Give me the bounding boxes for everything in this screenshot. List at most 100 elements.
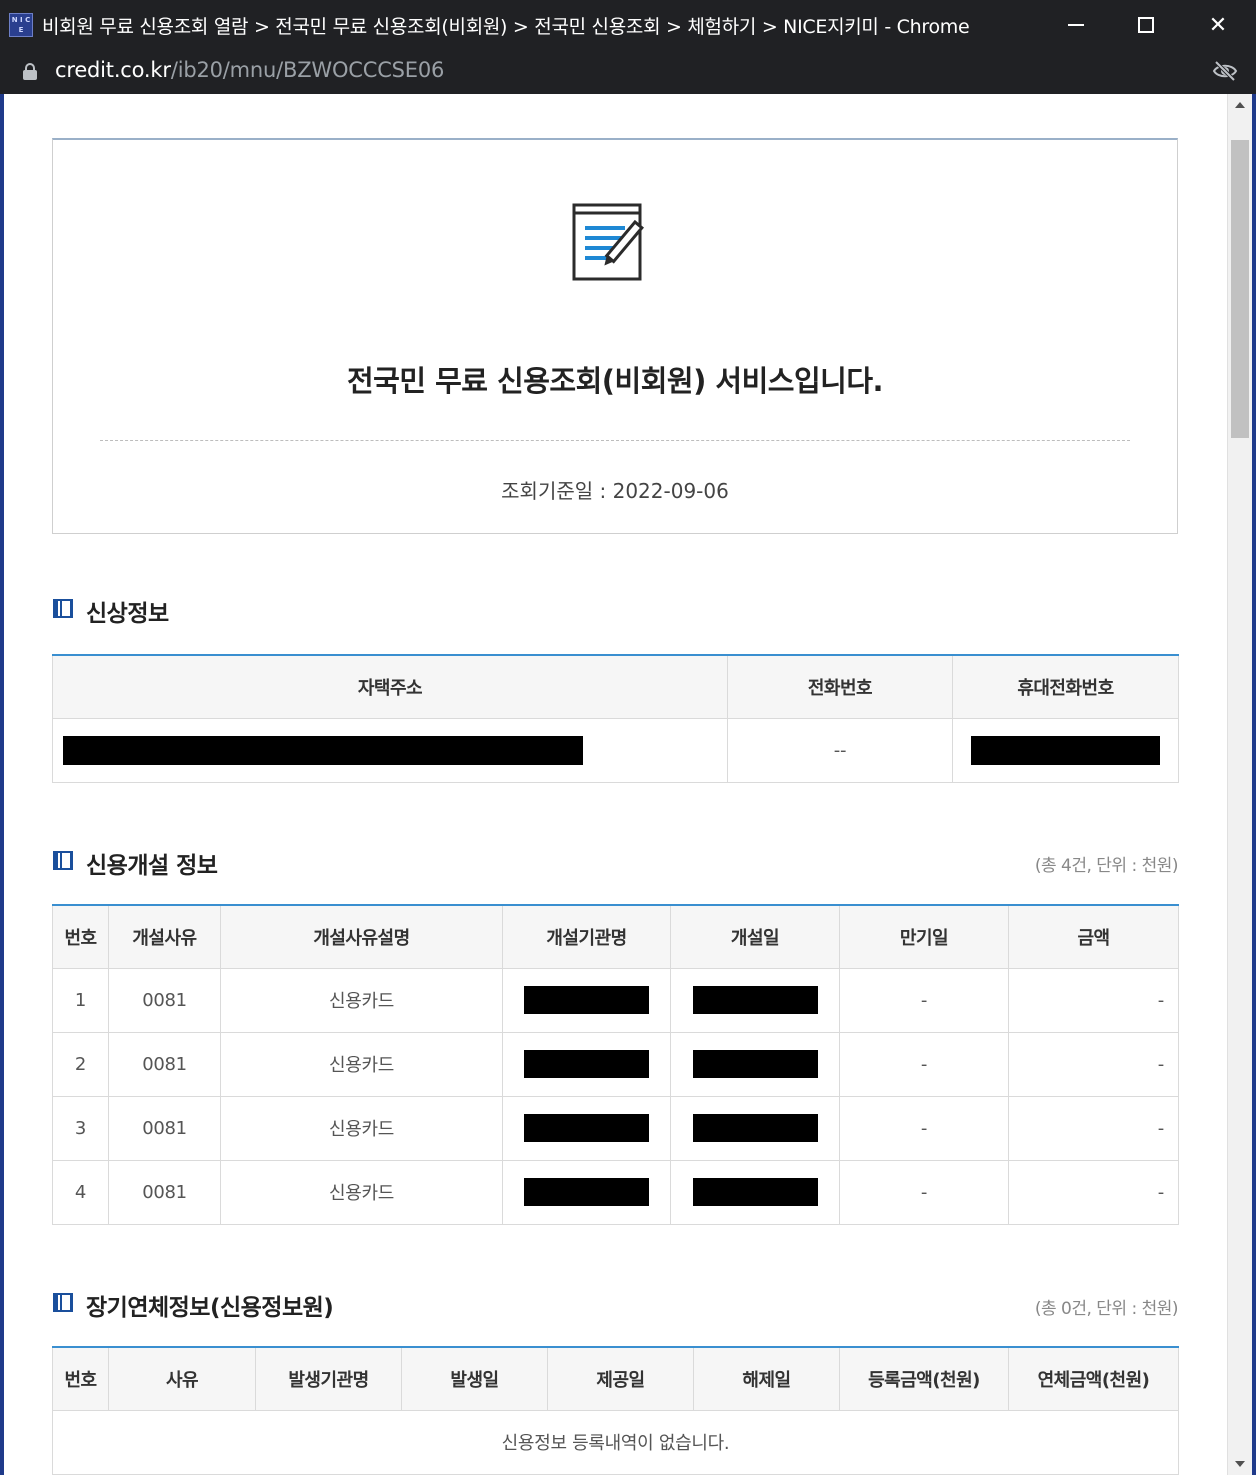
table-row: 3 0081 신용카드 - - bbox=[52, 1096, 1179, 1161]
eye-off-icon[interactable] bbox=[1212, 60, 1238, 82]
overdue-table: 번호 사유 발생기관명 발생일 제공일 해제일 등록금액(천원) 연체금액(천원… bbox=[52, 1346, 1179, 1475]
table-row: 2 0081 신용카드 - - bbox=[52, 1032, 1179, 1097]
section-overdue-note: (총 0건, 단위 : 천원) bbox=[1034, 1299, 1179, 1319]
amount: - bbox=[1008, 1160, 1179, 1225]
amount: - bbox=[1008, 968, 1179, 1033]
institution-cell bbox=[502, 1032, 671, 1097]
open-date-cell bbox=[670, 1160, 840, 1225]
book-icon bbox=[53, 599, 73, 618]
due-date: - bbox=[839, 1096, 1009, 1161]
due-date: - bbox=[839, 1032, 1009, 1097]
table-header-row: 번호 개설사유 개설사유설명 개설기관명 개설일 만기일 금액 bbox=[52, 905, 1179, 969]
reason-code: 0081 bbox=[108, 1032, 221, 1097]
open-date-cell bbox=[670, 1096, 840, 1161]
column-header: 개설사유설명 bbox=[220, 905, 503, 969]
column-header: 휴대전화번호 bbox=[952, 655, 1179, 719]
column-header: 발생일 bbox=[401, 1347, 548, 1411]
redacted-block bbox=[524, 1114, 649, 1142]
vertical-scrollbar[interactable] bbox=[1227, 94, 1252, 1475]
section-overdue-header: 장기연체정보(신용정보원) bbox=[52, 1288, 1178, 1321]
reason-code: 0081 bbox=[108, 968, 221, 1033]
reason-desc: 신용카드 bbox=[220, 1096, 503, 1161]
column-header: 개설기관명 bbox=[502, 905, 671, 969]
reason-desc: 신용카드 bbox=[220, 1160, 503, 1225]
redacted-block bbox=[524, 1178, 649, 1206]
due-date: - bbox=[839, 968, 1009, 1033]
page-content: 전국민 무료 신용조회(비회원) 서비스입니다. 조회기준일 : 2022-09… bbox=[4, 94, 1227, 1475]
section-credit-open-title: 신용개설 정보 bbox=[86, 853, 218, 879]
section-credit-open-note: (총 4건, 단위 : 천원) bbox=[1034, 856, 1179, 876]
reason-code: 0081 bbox=[108, 1096, 221, 1161]
column-header: 개설사유 bbox=[108, 905, 221, 969]
table-row: 1 0081 신용카드 - - bbox=[52, 968, 1179, 1033]
section-personal-title: 신상정보 bbox=[86, 601, 169, 627]
url-path: /ib20/mnu/BZWOCCCSE06 bbox=[170, 58, 445, 82]
window-titlebar: N I C E 비회원 무료 신용조회 열람 > 전국민 무료 신용조회(비회원… bbox=[0, 0, 1256, 50]
column-header: 등록금액(천원) bbox=[839, 1347, 1009, 1411]
open-date-cell bbox=[670, 968, 840, 1033]
row-number: 2 bbox=[52, 1032, 109, 1097]
redacted-block bbox=[692, 1178, 818, 1206]
empty-message: 신용정보 등록내역이 없습니다. bbox=[52, 1410, 1179, 1475]
institution-cell bbox=[502, 968, 671, 1033]
table-header-row: 번호 사유 발생기관명 발생일 제공일 해제일 등록금액(천원) 연체금액(천원… bbox=[52, 1347, 1179, 1411]
hero-title: 전국민 무료 신용조회(비회원) 서비스입니다. bbox=[346, 364, 884, 398]
redacted-block bbox=[692, 1114, 818, 1142]
close-icon: ✕ bbox=[1208, 12, 1228, 38]
table-row: -- bbox=[52, 718, 1179, 783]
column-header: 제공일 bbox=[547, 1347, 694, 1411]
column-header: 연체금액(천원) bbox=[1008, 1347, 1179, 1411]
due-date: - bbox=[839, 1160, 1009, 1225]
close-button[interactable]: ✕ bbox=[1182, 0, 1254, 50]
hero-box: 전국민 무료 신용조회(비회원) 서비스입니다. 조회기준일 : 2022-09… bbox=[52, 138, 1178, 534]
row-number: 3 bbox=[52, 1096, 109, 1161]
personal-info-table: 자택주소 전화번호 휴대전화번호 -- bbox=[52, 654, 1179, 783]
column-header: 만기일 bbox=[839, 905, 1009, 969]
nice-app-icon: N I C E bbox=[9, 13, 33, 37]
url-host: credit.co.kr bbox=[55, 58, 171, 82]
column-header: 번호 bbox=[52, 1347, 109, 1411]
section-credit-open-header: 신용개설 정보 bbox=[52, 846, 1178, 879]
window-border-right bbox=[1252, 94, 1256, 1475]
minimize-icon bbox=[1068, 24, 1084, 26]
lock-icon[interactable] bbox=[23, 63, 37, 80]
amount: - bbox=[1008, 1096, 1179, 1161]
row-number: 1 bbox=[52, 968, 109, 1033]
hero-divider bbox=[100, 440, 1130, 441]
redacted-block bbox=[971, 735, 1160, 765]
section-overdue-title: 장기연체정보(신용정보원) bbox=[86, 1295, 334, 1321]
column-header: 해제일 bbox=[693, 1347, 840, 1411]
redacted-block bbox=[524, 986, 649, 1014]
table-header-row: 자택주소 전화번호 휴대전화번호 bbox=[52, 655, 1179, 719]
phone-cell: -- bbox=[727, 718, 953, 783]
scroll-down-arrow-icon[interactable] bbox=[1235, 1461, 1245, 1467]
table-row: 4 0081 신용카드 - - bbox=[52, 1160, 1179, 1225]
institution-cell bbox=[502, 1096, 671, 1161]
mobile-cell bbox=[952, 718, 1179, 783]
scrollbar-thumb[interactable] bbox=[1231, 140, 1249, 438]
document-edit-icon bbox=[572, 203, 645, 281]
maximize-button[interactable] bbox=[1110, 0, 1182, 50]
credit-open-table: 번호 개설사유 개설사유설명 개설기관명 개설일 만기일 금액 1 0081 신… bbox=[52, 904, 1179, 1225]
redacted-block bbox=[63, 735, 583, 765]
column-header: 개설일 bbox=[670, 905, 840, 969]
section-personal-header: 신상정보 bbox=[52, 594, 1178, 627]
minimize-button[interactable] bbox=[1040, 0, 1112, 50]
maximize-icon bbox=[1138, 17, 1154, 33]
redacted-block bbox=[692, 986, 818, 1014]
row-number: 4 bbox=[52, 1160, 109, 1225]
home-address-cell bbox=[52, 718, 728, 783]
column-header: 금액 bbox=[1008, 905, 1179, 969]
institution-cell bbox=[502, 1160, 671, 1225]
window-title: 비회원 무료 신용조회 열람 > 전국민 무료 신용조회(비회원) > 전국민 … bbox=[42, 16, 970, 38]
table-row: 신용정보 등록내역이 없습니다. bbox=[52, 1410, 1179, 1475]
column-header: 발생기관명 bbox=[255, 1347, 402, 1411]
scroll-up-arrow-icon[interactable] bbox=[1235, 102, 1245, 108]
reason-desc: 신용카드 bbox=[220, 968, 503, 1033]
column-header: 자택주소 bbox=[52, 655, 728, 719]
amount: - bbox=[1008, 1032, 1179, 1097]
column-header: 사유 bbox=[108, 1347, 256, 1411]
book-icon bbox=[53, 1293, 73, 1312]
redacted-block bbox=[524, 1050, 649, 1078]
url-text[interactable]: credit.co.kr/ib20/mnu/BZWOCCCSE06 bbox=[55, 58, 444, 82]
